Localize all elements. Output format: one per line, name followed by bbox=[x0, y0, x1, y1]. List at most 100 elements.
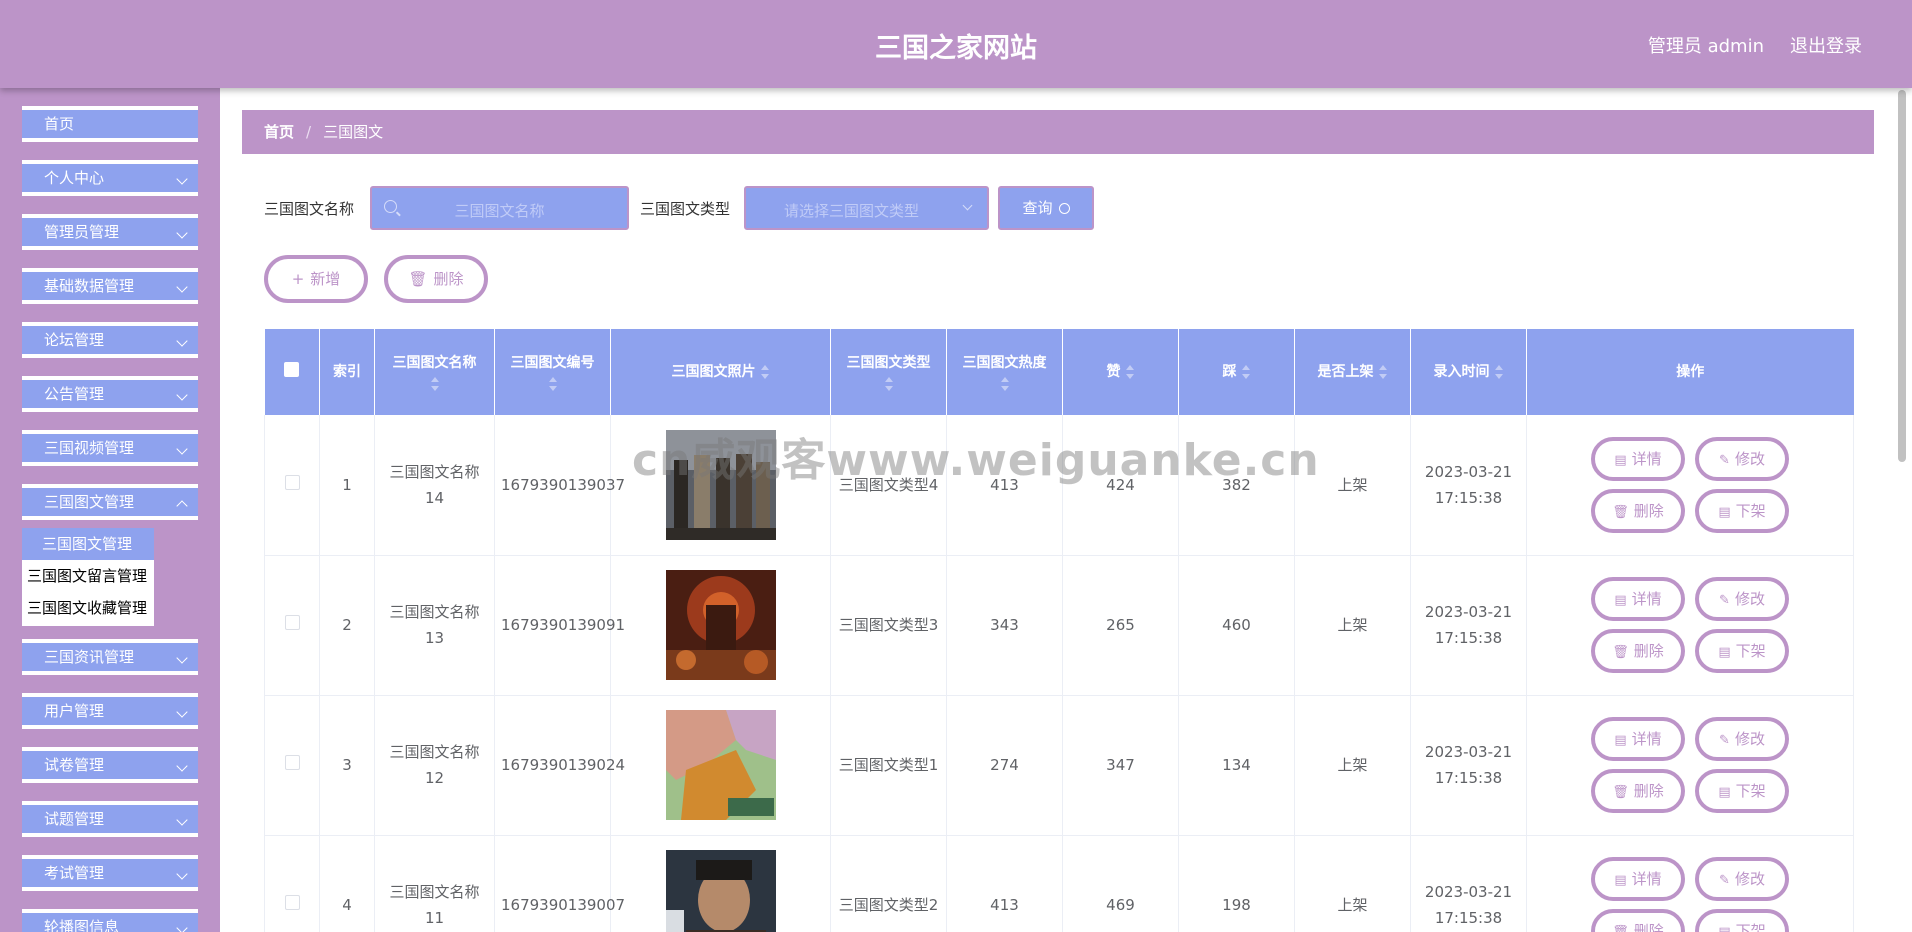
select-all-header[interactable] bbox=[264, 329, 320, 415]
offshelf-label: 下架 bbox=[1735, 922, 1766, 932]
bulk-delete-button[interactable]: 🗑 删除 bbox=[384, 255, 488, 303]
col-photo[interactable]: 三国图文照片 bbox=[610, 329, 831, 415]
sidebar-item-news[interactable]: 三国资讯管理 bbox=[22, 639, 198, 675]
col-name-label: 三国图文名称 bbox=[392, 355, 477, 371]
trash-icon: 🗑 bbox=[408, 270, 428, 288]
sort-icon[interactable] bbox=[1125, 365, 1135, 379]
article-photo bbox=[665, 850, 776, 932]
page-scrollbar[interactable] bbox=[1898, 90, 1906, 462]
delete-label: 删除 bbox=[1633, 642, 1664, 660]
article-photo bbox=[665, 710, 776, 820]
chevron-down-icon bbox=[176, 389, 188, 401]
article-table: 索引 三国图文名称 三国图文编号 三国图文照片 三国图文类型 三国图文热度 赞 … bbox=[264, 329, 1854, 932]
delete-button[interactable]: 🗑 删除 bbox=[1591, 629, 1685, 673]
col-index: 索引 bbox=[319, 329, 375, 415]
delete-button[interactable]: 🗑删除 bbox=[1591, 909, 1685, 932]
sidebar-item-notice[interactable]: 公告管理 bbox=[22, 376, 198, 412]
row-checkbox[interactable] bbox=[284, 755, 300, 770]
cell-status: 上架 bbox=[1294, 695, 1411, 836]
cell-ops: ▤详情 ✎修改 🗑 删除 ▤下架 bbox=[1526, 555, 1854, 696]
detail-button[interactable]: ▤ 详情 bbox=[1591, 857, 1685, 901]
offshelf-button[interactable]: ▤下架 bbox=[1695, 909, 1789, 932]
type-select[interactable]: 请选择三国图文类型 bbox=[744, 186, 989, 230]
col-dislike[interactable]: 踩 bbox=[1178, 329, 1295, 415]
sidebar-item-exams[interactable]: 考试管理 bbox=[22, 855, 198, 891]
col-status[interactable]: 是否上架 bbox=[1294, 329, 1411, 415]
edit-button[interactable]: ✎ 修改 bbox=[1695, 577, 1789, 621]
breadcrumb-home[interactable]: 首页 bbox=[264, 123, 294, 141]
edit-button[interactable]: ✎ 修改 bbox=[1695, 857, 1789, 901]
cell-photo bbox=[610, 695, 831, 836]
cell-photo bbox=[610, 555, 831, 696]
pencil-icon: ✎ bbox=[1719, 873, 1730, 888]
cell-code: 1679390139037 bbox=[494, 415, 625, 556]
row-checkbox[interactable] bbox=[284, 615, 300, 630]
sort-icon[interactable] bbox=[760, 365, 770, 379]
row-checkbox[interactable] bbox=[284, 895, 300, 910]
submenu-item-article-manage[interactable]: 三国图文管理 bbox=[22, 528, 154, 560]
sort-icon[interactable] bbox=[884, 377, 894, 391]
cell-status: 上架 bbox=[1294, 555, 1411, 696]
col-name[interactable]: 三国图文名称 bbox=[374, 329, 495, 415]
edit-button[interactable]: ✎ 修改 bbox=[1695, 717, 1789, 761]
sort-icon[interactable] bbox=[1000, 377, 1010, 391]
col-heat[interactable]: 三国图文热度 bbox=[946, 329, 1063, 415]
cell-like: 469 bbox=[1062, 835, 1179, 932]
edit-button[interactable]: ✎ 修改 bbox=[1695, 436, 1789, 481]
sidebar-item-carousel[interactable]: 轮播图信息 bbox=[22, 909, 198, 932]
breadcrumb-current: 三国图文 bbox=[323, 123, 384, 141]
cell-name: 三国图文名称14 bbox=[374, 415, 495, 556]
delete-button[interactable]: 🗑删除 bbox=[1591, 769, 1685, 813]
sidebar-item-papers[interactable]: 试卷管理 bbox=[22, 747, 198, 783]
sidebar-item-label: 用户管理 bbox=[44, 702, 105, 720]
detail-button[interactable]: ▤ 详情 bbox=[1591, 717, 1685, 761]
offshelf-button[interactable]: ▤下架 bbox=[1695, 629, 1789, 673]
sidebar-item-video[interactable]: 三国视频管理 bbox=[22, 430, 198, 466]
sidebar-item-article[interactable]: 三国图文管理 bbox=[22, 484, 198, 520]
sidebar-item-home[interactable]: 首页 bbox=[22, 106, 198, 142]
sidebar-item-label: 基础数据管理 bbox=[44, 277, 135, 295]
submenu-item-article-favorites[interactable]: 三国图文收藏管理 bbox=[22, 592, 154, 624]
sidebar-item-forum[interactable]: 论坛管理 bbox=[22, 322, 198, 358]
delete-label: 删除 bbox=[1633, 922, 1664, 932]
watermark: cn威观客www.weiguanke.cn bbox=[632, 435, 1320, 486]
sidebar-item-personal-center[interactable]: 个人中心 bbox=[22, 160, 198, 196]
offshelf-button[interactable]: ▤下架 bbox=[1695, 488, 1789, 533]
row-checkbox[interactable] bbox=[284, 474, 300, 490]
sidebar-item-users[interactable]: 用户管理 bbox=[22, 693, 198, 729]
detail-button[interactable]: ▤ 详情 bbox=[1591, 436, 1685, 481]
chevron-down-icon bbox=[176, 227, 188, 239]
detail-button[interactable]: ▤ 详情 bbox=[1591, 577, 1685, 621]
row-select-cell bbox=[264, 695, 320, 836]
sort-icon[interactable] bbox=[1494, 365, 1504, 379]
document-icon: ▤ bbox=[1614, 733, 1627, 748]
delete-button[interactable]: 🗑删除 bbox=[1591, 488, 1685, 533]
cell-time: 2023-03-21 17:15:38 bbox=[1410, 835, 1527, 932]
query-button[interactable]: 查询 bbox=[998, 186, 1094, 230]
sidebar-item-basic-data[interactable]: 基础数据管理 bbox=[22, 268, 198, 304]
chevron-down-icon bbox=[962, 200, 973, 211]
submenu-item-article-comments[interactable]: 三国图文留言管理 bbox=[22, 560, 154, 592]
sidebar-item-questions[interactable]: 试题管理 bbox=[22, 801, 198, 837]
cell-dislike: 134 bbox=[1178, 695, 1295, 836]
cell-like: 265 bbox=[1062, 555, 1179, 696]
trash-icon: 🗑 bbox=[1612, 645, 1629, 660]
col-code[interactable]: 三国图文编号 bbox=[494, 329, 611, 415]
sort-icon[interactable] bbox=[430, 377, 440, 391]
select-all-checkbox[interactable] bbox=[284, 361, 300, 377]
sort-icon[interactable] bbox=[1378, 365, 1388, 379]
cell-index: 3 bbox=[319, 695, 375, 836]
col-time[interactable]: 录入时间 bbox=[1410, 329, 1527, 415]
add-button[interactable]: + 新增 bbox=[264, 255, 368, 303]
logout-link[interactable]: 退出登录 bbox=[1790, 32, 1862, 58]
name-search-input[interactable]: 三国图文名称 bbox=[370, 186, 629, 230]
col-type[interactable]: 三国图文类型 bbox=[830, 329, 947, 415]
sidebar-item-admin-management[interactable]: 管理员管理 bbox=[22, 214, 198, 250]
col-like[interactable]: 赞 bbox=[1062, 329, 1179, 415]
cell-ops: ▤详情 ✎修改 🗑删除 ▤下架 bbox=[1526, 415, 1854, 556]
submenu-article: 三国图文管理 三国图文留言管理 三国图文收藏管理 bbox=[22, 528, 154, 626]
sort-icon[interactable] bbox=[1241, 365, 1251, 379]
offshelf-button[interactable]: ▤下架 bbox=[1695, 769, 1789, 813]
sort-icon[interactable] bbox=[548, 377, 558, 391]
offshelf-label: 下架 bbox=[1735, 782, 1766, 800]
